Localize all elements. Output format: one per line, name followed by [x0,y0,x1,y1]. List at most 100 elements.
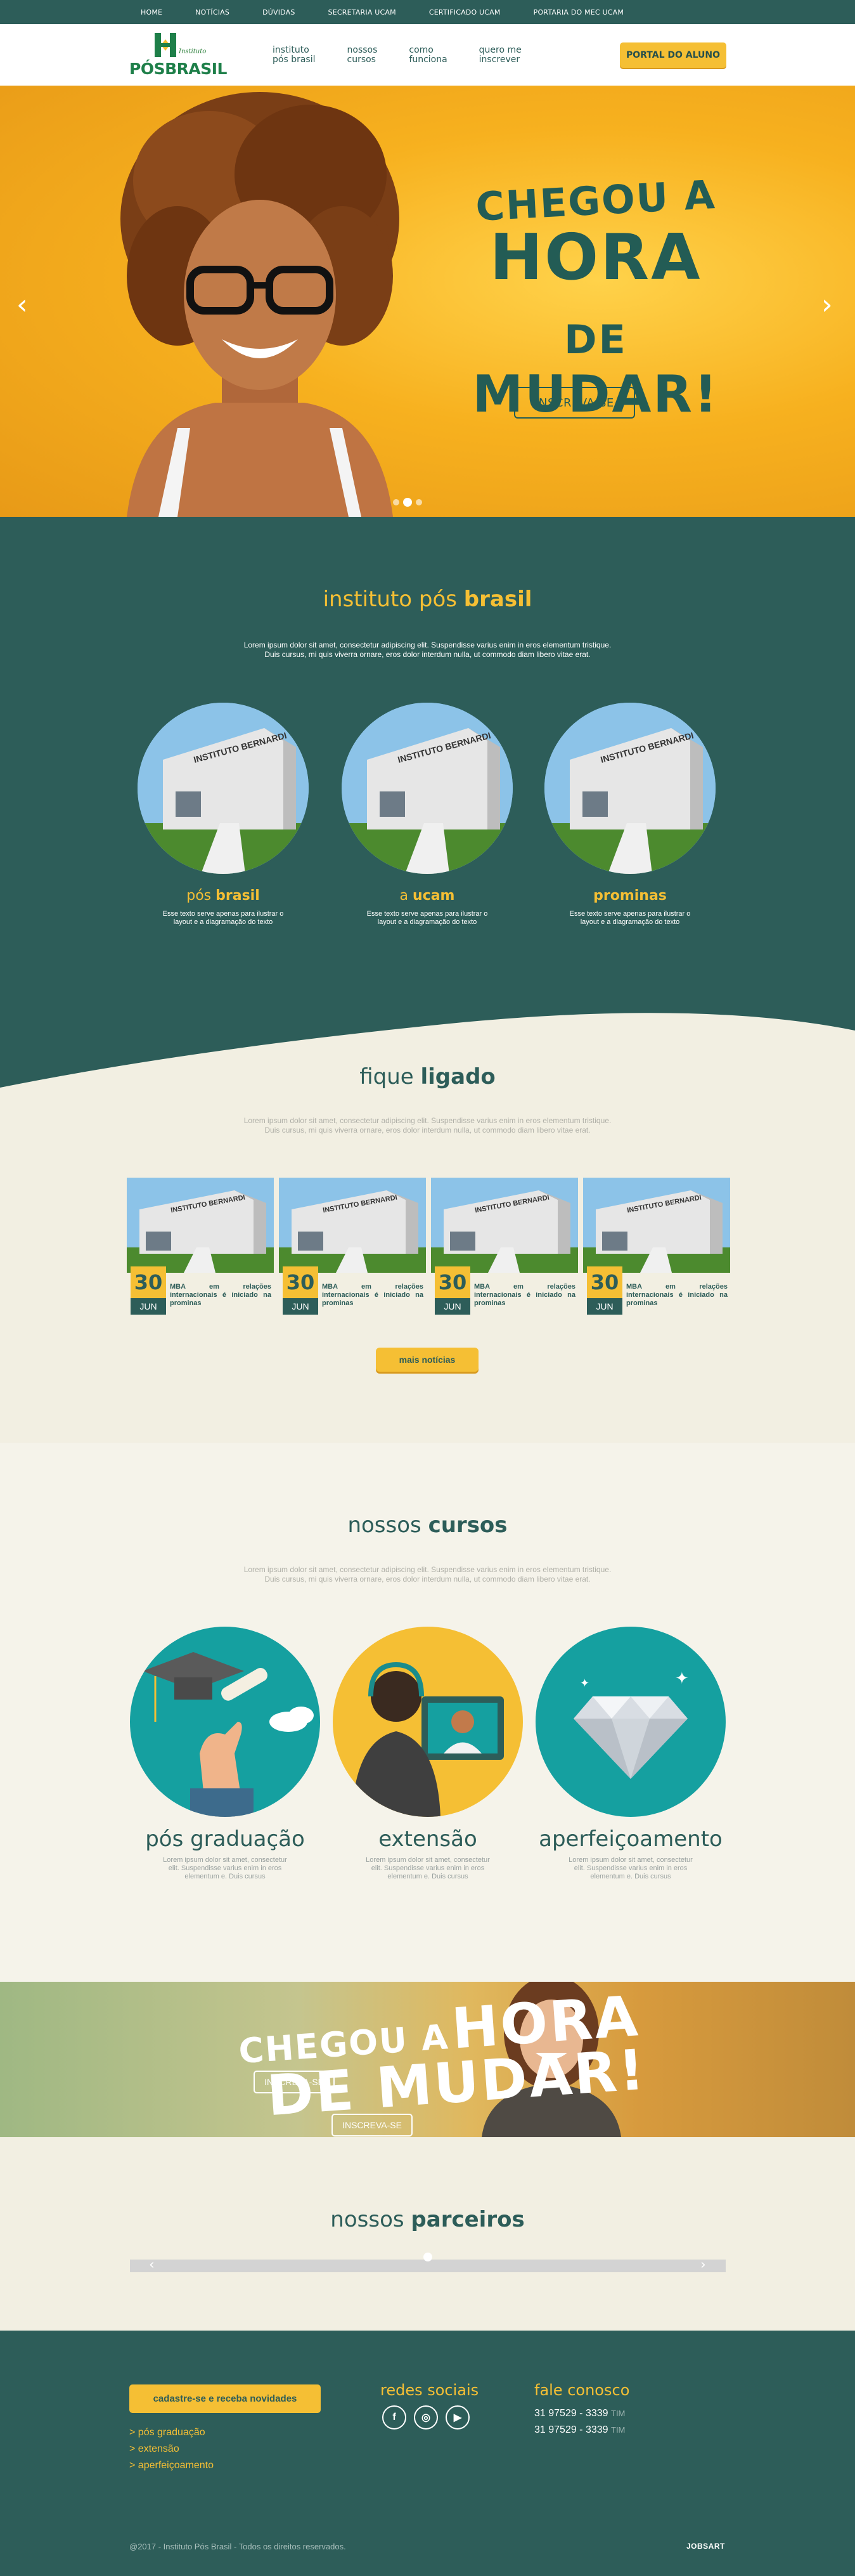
youtube-icon[interactable]: ▶ [446,2405,470,2430]
slider-dot-active[interactable] [403,498,412,507]
pos-graduacao-icon[interactable] [130,1627,320,1817]
extensao-title[interactable]: extensão [326,1826,529,1852]
building-image: INSTITUTO BERNARDI [544,703,716,874]
footer-link-extensao[interactable]: > extensão [129,2441,214,2457]
credit-logo[interactable]: JOBSART [686,2542,725,2551]
slider-dot[interactable] [416,499,422,505]
svg-text:✦: ✦ [580,1677,589,1690]
extensao-icon[interactable] [333,1627,523,1817]
cadastre-se-button[interactable]: cadastre-se e receba novidades [129,2384,321,2413]
parceiros-section: nossos parceiros ‹ › [0,2137,855,2331]
mais-noticias-button[interactable]: mais notícias [376,1348,479,1372]
nav-cursos[interactable]: nossos cursos [347,46,378,65]
main-nav: instituto pós brasil nossos cursos como fun… [273,46,553,65]
news-date: 30 JUN [131,1266,166,1316]
ucam-caption: a ucam [399,888,455,904]
redes-sociais-title: redes sociais [380,2381,479,2399]
hero-photo [120,92,399,517]
fique-ligado-section: fique ligado Lorem ipsum dolor sit amet,… [0,992,855,1443]
cursos-section: nossos cursos Lorem ipsum dolor sit amet… [0,1443,855,1982]
top-nav-portaria[interactable]: PORTARIA DO MEC UCAM [534,8,624,16]
news-date: 30 JUN [435,1266,470,1316]
parceiros-title: nossos parceiros [330,2207,525,2232]
news-date: 30 JUN [587,1266,622,1316]
news-headline: MBA em relações internacionais é iniciad… [322,1283,423,1307]
logo[interactable]: Instituto PÓSBRASIL [129,33,227,78]
top-nav: HOME NOTÍCIAS DÚVIDAS SECRETARIA UCAM CE… [141,0,657,24]
logo-text: PÓSBRASIL [129,60,227,78]
hero-slider-dots [393,498,422,507]
cta-banner: CHEGOU A HORA DE MUDAR! INSCREVA-SE INSC… [0,1982,855,2137]
prominas-caption: prominas [593,888,667,904]
fique-ligado-title: fique ligado [359,1064,496,1090]
aperfeicoamento-title[interactable]: aperfeiçoamento [529,1826,732,1852]
facebook-icon[interactable]: f [382,2405,406,2430]
ucam-photo[interactable]: INSTITUTO BERNARDI [342,703,513,874]
copyright: @2017 - Instituto Pós Brasil - Todos os … [129,2542,346,2551]
news-headline: MBA em relações internacionais é iniciad… [170,1283,271,1307]
logo-mark-icon [155,33,176,57]
news-card[interactable]: INSTITUTO BERNARDI 30 JUN MBA em relações… [583,1178,730,1317]
instagram-icon[interactable]: ◎ [414,2405,438,2430]
top-nav-noticias[interactable]: NOTÍCIAS [195,8,229,16]
pos-brasil-photo[interactable]: INSTITUTO BERNARDI [138,703,309,874]
ucam-text: Esse texto serve apenas para ilustrar o … [366,910,488,926]
nav-como-funciona[interactable]: como funciona [409,46,447,65]
aperfeicoamento-text: Lorem ipsum dolor sit amet, consectetur … [569,1856,693,1880]
phone-number: 31 97529 - 3339 TIM [534,2424,626,2435]
footer: cadastre-se e receba novidades > pós gra… [0,2331,855,2576]
cursos-description: Lorem ipsum dolor sit amet, consectetur … [243,1565,612,1584]
building-image: INSTITUTO BERNARDI [138,703,309,874]
top-nav-certificado[interactable]: CERTIFICADO UCAM [429,8,501,16]
news-date: 30 JUN [283,1266,318,1316]
cursos-title: nossos cursos [347,1512,508,1538]
news-card[interactable]: INSTITUTO BERNARDI 30 JUN MBA em relações… [431,1178,578,1317]
slider-dot[interactable] [393,499,399,505]
nav-inscrever[interactable]: quero me inscrever [479,46,522,65]
logo-small-text: Instituto [179,48,207,55]
footer-links: > pós graduação > extensão > aperfeiçoam… [129,2424,214,2474]
pos-graduacao-title[interactable]: pós graduação [124,1826,326,1852]
svg-text:✦: ✦ [675,1669,689,1688]
prominas-text: Esse texto serve apenas para ilustrar o … [569,910,691,926]
portal-aluno-button[interactable]: PORTAL DO ALUNO [620,42,726,68]
pos-graduacao-text: Lorem ipsum dolor sit amet, consectetur … [163,1856,287,1880]
hero-inscreva-button[interactable]: INSCREVA-SE [514,387,635,419]
header: Instituto PÓSBRASIL instituto pós brasil … [0,24,855,86]
parceiros-prev-icon[interactable]: ‹ [149,2257,155,2273]
fale-conosco-title: fale conosco [534,2381,630,2399]
fique-ligado-description: Lorem ipsum dolor sit amet, consectetur … [243,1116,612,1135]
hero-prev-arrow-icon[interactable]: ‹ [16,289,28,321]
top-nav-home[interactable]: HOME [141,8,162,16]
cta-inscreva-button[interactable]: INSCREVA-SE [254,2071,335,2093]
news-headline: MBA em relações internacionais é iniciad… [474,1283,575,1307]
instituto-description: Lorem ipsum dolor sit amet, consectetur … [243,641,612,659]
news-card[interactable]: INSTITUTO BERNARDI 30 JUN MBA em relações… [279,1178,426,1317]
prominas-photo[interactable]: INSTITUTO BERNARDI [544,703,716,874]
parceiros-slider[interactable]: ‹ › [130,2257,726,2273]
phone-number: 31 97529 - 3339 TIM [534,2408,626,2419]
hero-slider: CHEGOU A HORA DE MUDAR! INSCREVA-SE ‹ › [0,86,855,517]
top-nav-duvidas[interactable]: DÚVIDAS [262,8,295,16]
news-image: INSTITUTO BERNARDI [583,1178,730,1273]
cta-inscreva-button-secondary[interactable]: INSCREVA-SE [331,2114,413,2137]
extensao-text: Lorem ipsum dolor sit amet, consectetur … [366,1856,490,1880]
news-image: INSTITUTO BERNARDI [431,1178,578,1273]
instituto-section: instituto pós brasil Lorem ipsum dolor s… [0,517,855,992]
slider-dot-active[interactable] [423,2253,432,2261]
instituto-title: instituto pós brasil [323,587,532,612]
news-headline: MBA em relações internacionais é iniciad… [626,1283,728,1307]
top-bar: HOME NOTÍCIAS DÚVIDAS SECRETARIA UCAM CE… [0,0,855,24]
pos-brasil-text: Esse texto serve apenas para ilustrar o … [162,910,284,926]
top-nav-secretaria[interactable]: SECRETARIA UCAM [328,8,396,16]
aperfeicoamento-icon[interactable]: ✦ ✦ [536,1627,726,1817]
nav-instituto[interactable]: instituto pós brasil [273,46,316,65]
pos-brasil-caption: pós brasil [186,888,260,904]
parceiros-next-icon[interactable]: › [700,2257,706,2273]
news-card[interactable]: INSTITUTO BERNARDI 30 JUN MBA em relações… [127,1178,274,1317]
footer-link-aperfeicoamento[interactable]: > aperfeiçoamento [129,2457,214,2474]
news-image: INSTITUTO BERNARDI [127,1178,274,1273]
building-image: INSTITUTO BERNARDI [342,703,513,874]
hero-next-arrow-icon[interactable]: › [821,289,833,321]
footer-link-pos-graduacao[interactable]: > pós graduação [129,2424,214,2441]
